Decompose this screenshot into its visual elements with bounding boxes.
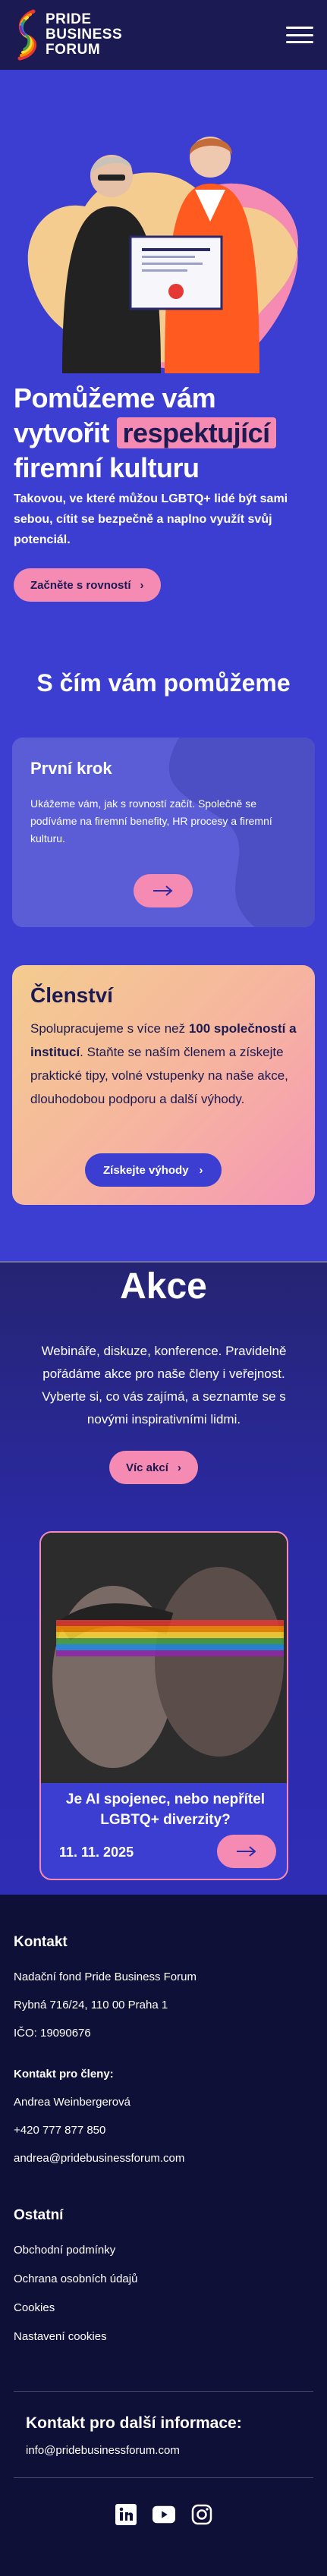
text-part: Spolupracujeme s více než	[30, 1021, 189, 1036]
contact-name: Andrea Weinbergerová	[14, 2096, 130, 2109]
card-text: Ukážeme vám, jak s rovností začít. Spole…	[30, 797, 272, 845]
section-title: S čím vám pomůžeme	[36, 669, 291, 697]
divider	[14, 2477, 313, 2478]
card-text: Spolupracujeme s více než 100 společnost…	[30, 1017, 300, 1111]
linkedin-icon[interactable]	[115, 2503, 137, 2526]
section-title: Akce	[120, 1266, 207, 1307]
hero-title-part: firemní kulturu	[14, 452, 200, 483]
footer-heading: Kontakt pro další informace:	[26, 2414, 242, 2432]
more-events-button[interactable]: Víc akcí ›	[109, 1451, 198, 1484]
logo-line: PRIDE	[46, 11, 92, 27]
divider	[0, 1261, 327, 1263]
chevron-right-icon: ›	[199, 1163, 203, 1177]
card-title: První krok	[30, 759, 112, 778]
pride-logo-icon	[17, 9, 37, 61]
hero-photo	[27, 137, 298, 373]
org-name: Nadační fond Pride Business Forum	[14, 1971, 197, 1983]
logo[interactable]: PRIDE BUSINESS FORUM	[14, 8, 122, 61]
start-equality-button[interactable]: Začněte s rovností ›	[14, 568, 161, 602]
arrow-right-icon	[153, 885, 173, 896]
button-label: Víc akcí	[126, 1461, 168, 1474]
contact-phone[interactable]: +420 777 877 850	[14, 2124, 105, 2137]
hamburger-icon[interactable]	[286, 24, 313, 46]
button-label: Začněte s rovností	[30, 578, 131, 592]
site-header: PRIDE BUSINESS FORUM	[0, 0, 327, 70]
event-date: 11. 11. 2025	[59, 1845, 134, 1860]
footer-link-cookies[interactable]: Cookies	[14, 2301, 55, 2314]
site-footer: Kontakt Nadační fond Pride Business Foru…	[0, 1895, 327, 2576]
services-section: S čím vám pomůžeme První krok Ukážeme vá…	[0, 631, 327, 942]
section-text: Webináře, diskuze, konference. Pravideln…	[41, 1344, 287, 1426]
get-benefits-button[interactable]: Získejte výhody ›	[85, 1153, 222, 1187]
youtube-icon[interactable]	[152, 2503, 175, 2526]
chevron-right-icon: ›	[140, 578, 144, 592]
events-section: Akce Webináře, diskuze, konference. Prav…	[0, 1261, 327, 1895]
logo-text: PRIDE BUSINESS FORUM	[46, 12, 122, 58]
hero-title: Pomůžeme vám vytvořit respektující firem…	[14, 381, 317, 486]
event-title: Je AI spojenec, nebo nepřítel LGBTQ+ div…	[65, 1791, 266, 1828]
service-card[interactable]: První krok Ukážeme vám, jak s rovností z…	[12, 738, 315, 927]
footer-heading: Ostatní	[14, 2207, 64, 2223]
footer-link-privacy[interactable]: Ochrana osobních údajů	[14, 2272, 137, 2285]
event-card[interactable]: Je AI spojenec, nebo nepřítel LGBTQ+ div…	[39, 1531, 288, 1880]
button-label: Získejte výhody	[103, 1163, 189, 1177]
info-email[interactable]: info@pridebusinessforum.com	[26, 2444, 180, 2457]
arrow-right-button[interactable]	[134, 874, 193, 907]
footer-link-terms[interactable]: Obchodní podmínky	[14, 2244, 115, 2257]
arrow-right-icon	[237, 1846, 256, 1857]
hero-title-highlight: respektující	[116, 417, 276, 448]
hero-text: Takovou, ve které můžou LGBTQ+ lidé být …	[14, 492, 288, 546]
card-title: Členství	[30, 983, 113, 1007]
instagram-icon[interactable]	[190, 2503, 213, 2526]
logo-line: FORUM	[46, 42, 101, 58]
divider	[14, 2391, 313, 2392]
social-links	[0, 2503, 327, 2526]
arrow-right-button[interactable]	[217, 1835, 276, 1868]
footer-link-cookie-settings[interactable]: Nastavení cookies	[14, 2330, 107, 2343]
contact-email[interactable]: andrea@pridebusinessforum.com	[14, 2152, 184, 2165]
footer-heading: Kontakt	[14, 1934, 68, 1950]
company-id: IČO: 19090676	[14, 2027, 91, 2040]
logo-line: BUSINESS	[46, 27, 123, 42]
membership-card: Členství Spolupracujeme s více než 100 s…	[12, 965, 315, 1205]
chevron-right-icon: ›	[177, 1461, 181, 1474]
footer-subheading: Kontakt pro členy:	[14, 2068, 114, 2081]
address: Rybná 716/24, 110 00 Praha 1	[14, 1999, 168, 2011]
hero-section: Pomůžeme vám vytvořit respektující firem…	[0, 70, 327, 631]
page: PRIDE BUSINESS FORUM Pomůžeme vám vytvoř…	[0, 0, 327, 2576]
event-image	[41, 1533, 287, 1783]
